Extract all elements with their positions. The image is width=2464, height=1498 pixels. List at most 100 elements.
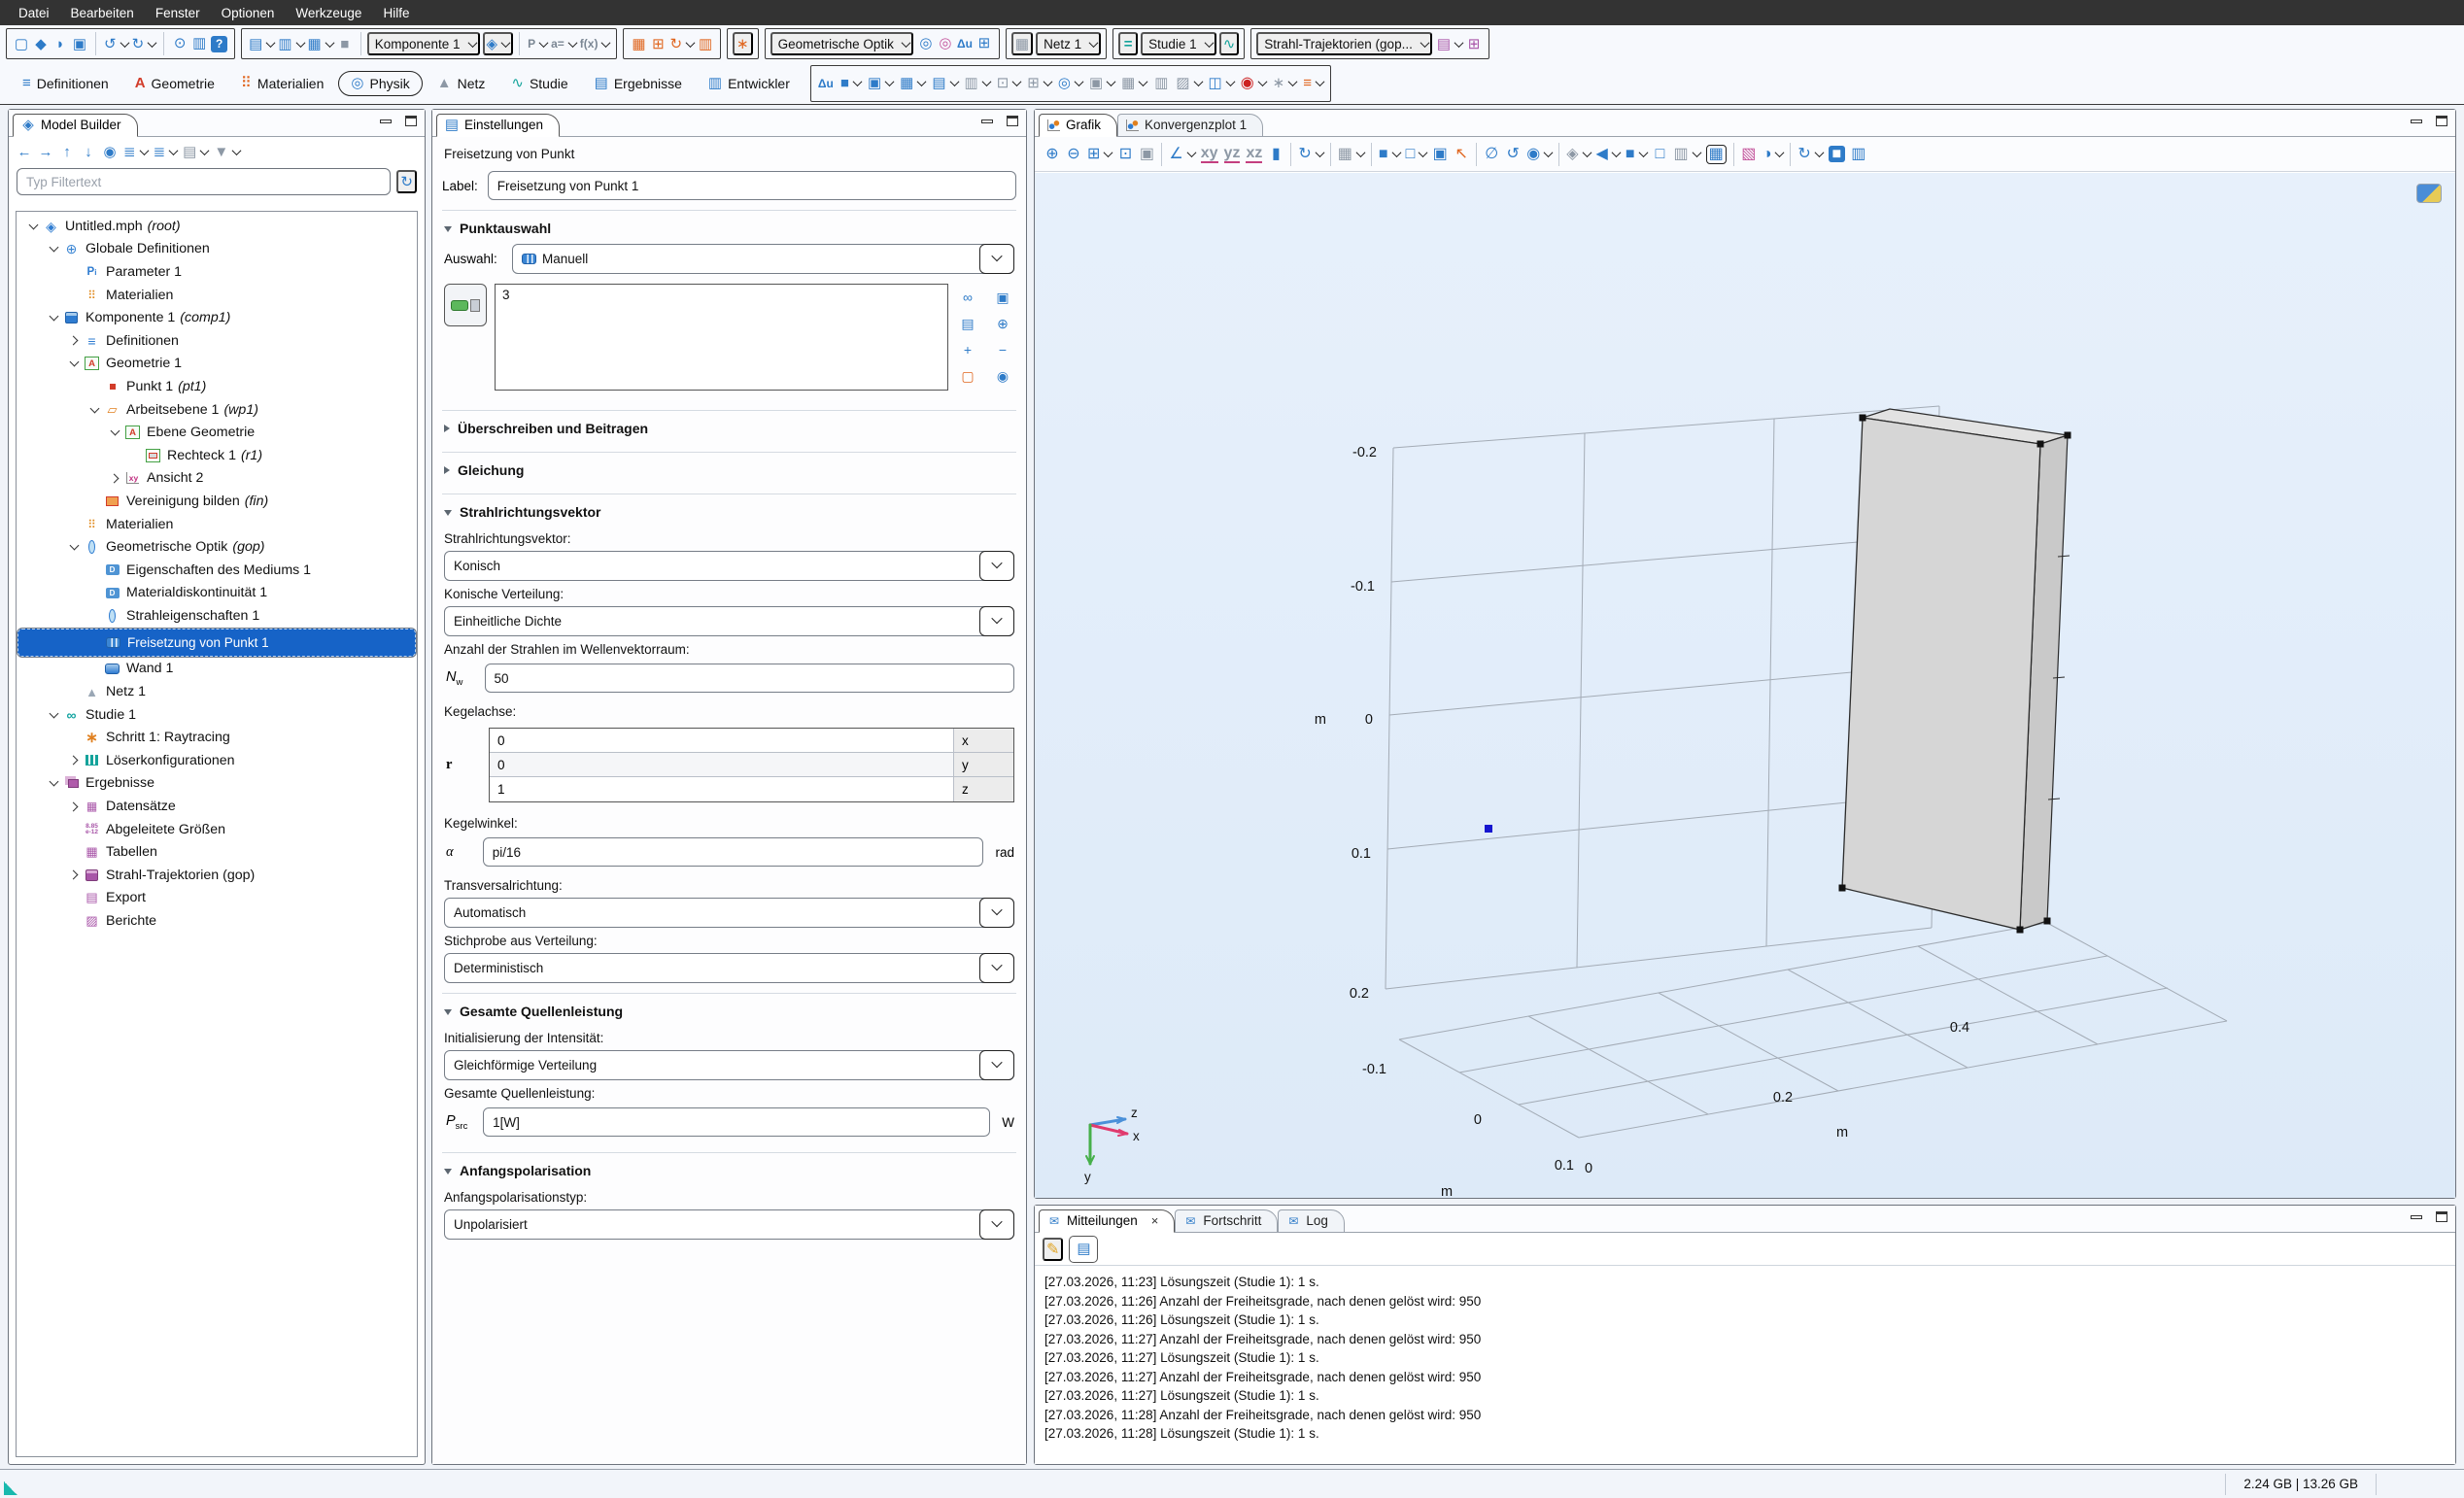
- snapshot-button[interactable]: ■: [1827, 142, 1847, 167]
- tree-chevron-icon[interactable]: [67, 868, 82, 882]
- tree-node[interactable]: Vereinigung bilden(fin): [17, 490, 417, 513]
- view-yz-button[interactable]: yz: [1222, 142, 1243, 167]
- tree-node[interactable]: Komponente 1(comp1): [17, 306, 417, 329]
- polarisation-select[interactable]: Unpolarisiert: [444, 1209, 1014, 1240]
- tree-chevron-icon[interactable]: [47, 311, 61, 325]
- menu-optionen[interactable]: Optionen: [211, 0, 286, 25]
- plot-add-button[interactable]: ⊞: [1464, 32, 1484, 55]
- study-settings-button[interactable]: ∿: [1219, 32, 1240, 55]
- plot-thumbnail-icon[interactable]: [2416, 184, 2442, 203]
- tree-chevron-icon[interactable]: [108, 471, 122, 486]
- tree-node[interactable]: Rechteck 1(r1): [17, 444, 417, 467]
- sync-button[interactable]: ↻: [667, 32, 696, 55]
- refresh-button[interactable]: ↻: [396, 170, 417, 193]
- zoom-extents-button[interactable]: ⊡: [1115, 142, 1135, 167]
- undo-button[interactable]: ↺: [102, 32, 130, 55]
- select-boundaries-button[interactable]: □: [1404, 142, 1429, 167]
- tab-konvergenzplot-1[interactable]: Konvergenzplot 1: [1117, 114, 1263, 137]
- dropdown-chevron-icon[interactable]: [979, 551, 1014, 581]
- add-physics-button[interactable]: ◎: [916, 32, 936, 55]
- plot-refresh-button[interactable]: ↻: [1796, 142, 1824, 167]
- tree-node[interactable]: ▲Netz 1: [17, 680, 417, 703]
- insert-table-button[interactable]: ⊞: [648, 32, 667, 55]
- copy-messages-button[interactable]: ▤: [1069, 1236, 1098, 1263]
- select-domains-button[interactable]: ■: [1377, 142, 1402, 167]
- tree-node[interactable]: ⠿Materialien: [17, 284, 417, 307]
- color-plot-button[interactable]: ▧: [1739, 142, 1759, 167]
- dropdown-chevron-icon[interactable]: [979, 606, 1014, 636]
- mesh-selector[interactable]: Netz 1: [1036, 32, 1101, 55]
- tree-node[interactable]: DMaterialdiskontinuität 1: [17, 582, 417, 605]
- edge-feature-button[interactable]: ▤: [930, 72, 959, 95]
- close-icon[interactable]: ×: [1151, 1213, 1159, 1228]
- tree-node[interactable]: ▨Berichte: [17, 909, 417, 933]
- minimize-icon[interactable]: [981, 119, 993, 123]
- axis-value-cell[interactable]: 0: [490, 729, 953, 752]
- global-feature-button[interactable]: ▣: [1087, 72, 1116, 95]
- dependent-variables-button[interactable]: Δu: [955, 32, 975, 55]
- boundary-pair-button[interactable]: ▦: [898, 72, 927, 95]
- maximize-icon[interactable]: [2436, 116, 2447, 126]
- build-all-button[interactable]: ⊞: [975, 32, 994, 55]
- tree-chevron-icon[interactable]: [67, 753, 82, 767]
- tree-chevron-icon[interactable]: [26, 219, 41, 233]
- boundary-feature-button[interactable]: ▣: [866, 72, 895, 95]
- tree-node[interactable]: Strahl-Trajektorien (gop): [17, 864, 417, 887]
- axis-value-cell[interactable]: 0: [490, 753, 953, 776]
- color-list-button[interactable]: ≡: [1301, 72, 1325, 95]
- cone-axis-row[interactable]: 0x: [490, 729, 1013, 753]
- sound-toggle-button[interactable]: ◀: [1594, 142, 1622, 167]
- model-node-text-button[interactable]: ▤: [181, 140, 210, 163]
- axis-value-cell[interactable]: 1: [490, 777, 953, 801]
- filter-input[interactable]: [17, 168, 391, 195]
- tree-chevron-icon[interactable]: [67, 800, 82, 814]
- zoom-box-button[interactable]: ⊞: [1085, 142, 1113, 167]
- target-button[interactable]: ◉: [1239, 72, 1268, 95]
- label-input[interactable]: [488, 171, 1016, 200]
- workspace-tab-materialien[interactable]: ⠿Materialien: [229, 72, 335, 95]
- point-feature-button[interactable]: ⊡: [995, 72, 1023, 95]
- tree-chevron-icon[interactable]: [108, 426, 122, 440]
- tree-chevron-icon[interactable]: [67, 540, 82, 555]
- tab-mitteilungen[interactable]: ✉Mitteilungen×: [1039, 1209, 1175, 1233]
- tree-node[interactable]: Freisetzung von Punkt 1: [17, 628, 417, 658]
- tree-node[interactable]: DEigenschaften des Mediums 1: [17, 559, 417, 582]
- tree-node[interactable]: ◈Untitled.mph(root): [17, 215, 417, 238]
- tree-chevron-icon[interactable]: [47, 776, 61, 791]
- add-multiphysics-button[interactable]: ◎: [936, 32, 955, 55]
- konische-select[interactable]: Einheitliche Dichte: [444, 606, 1014, 636]
- minimize-icon[interactable]: [2411, 1215, 2422, 1219]
- zoom-to-selection-button[interactable]: ⊕: [993, 312, 1012, 335]
- tree-node[interactable]: Geometrische Optik(gop): [17, 535, 417, 559]
- menu-datei[interactable]: Datei: [8, 0, 60, 25]
- tree-chevron-icon[interactable]: [87, 402, 102, 417]
- help-button[interactable]: ?: [209, 32, 229, 55]
- resize-grip-icon[interactable]: [4, 1481, 17, 1495]
- save-button[interactable]: ▣: [70, 32, 89, 55]
- tree-node[interactable]: Wand 1: [17, 658, 417, 681]
- wireframe-mode-button[interactable]: ▦: [1336, 142, 1366, 167]
- delta-u-button[interactable]: Δu: [816, 72, 836, 95]
- edge-pair-button[interactable]: ▥: [963, 72, 992, 95]
- scene-style-button[interactable]: ◈: [1564, 142, 1591, 167]
- tree-node[interactable]: 8.85e-12Abgeleitete Größen: [17, 818, 417, 841]
- workspace-tab-studie[interactable]: ∿Studie: [499, 72, 579, 95]
- tree-node[interactable]: ∞Studie 1: [17, 703, 417, 727]
- view-xz-button[interactable]: xz: [1244, 142, 1264, 167]
- rotate-button[interactable]: ↻: [1296, 142, 1324, 167]
- add-node-button[interactable]: ▥: [276, 32, 305, 55]
- show-grid-active-button[interactable]: ▦: [1704, 142, 1728, 167]
- print-plot-button[interactable]: ▥: [1849, 142, 1868, 167]
- tree-chevron-icon[interactable]: [67, 357, 82, 371]
- add-to-selection-button[interactable]: +: [958, 338, 977, 361]
- selection-list[interactable]: 3: [495, 284, 948, 391]
- minimize-icon[interactable]: [380, 119, 392, 123]
- open-file-button[interactable]: ◗: [51, 32, 70, 55]
- tab-log[interactable]: ✉Log: [1278, 1209, 1345, 1233]
- window-split-button[interactable]: ◫: [1207, 72, 1236, 95]
- tree-node[interactable]: ▦Datensätze: [17, 795, 417, 818]
- forward-button[interactable]: →: [36, 140, 55, 163]
- stichprobe-select[interactable]: Deterministisch: [444, 953, 1014, 983]
- study-selector[interactable]: Studie 1: [1141, 32, 1216, 55]
- open-application-library-button[interactable]: ◆: [31, 32, 51, 55]
